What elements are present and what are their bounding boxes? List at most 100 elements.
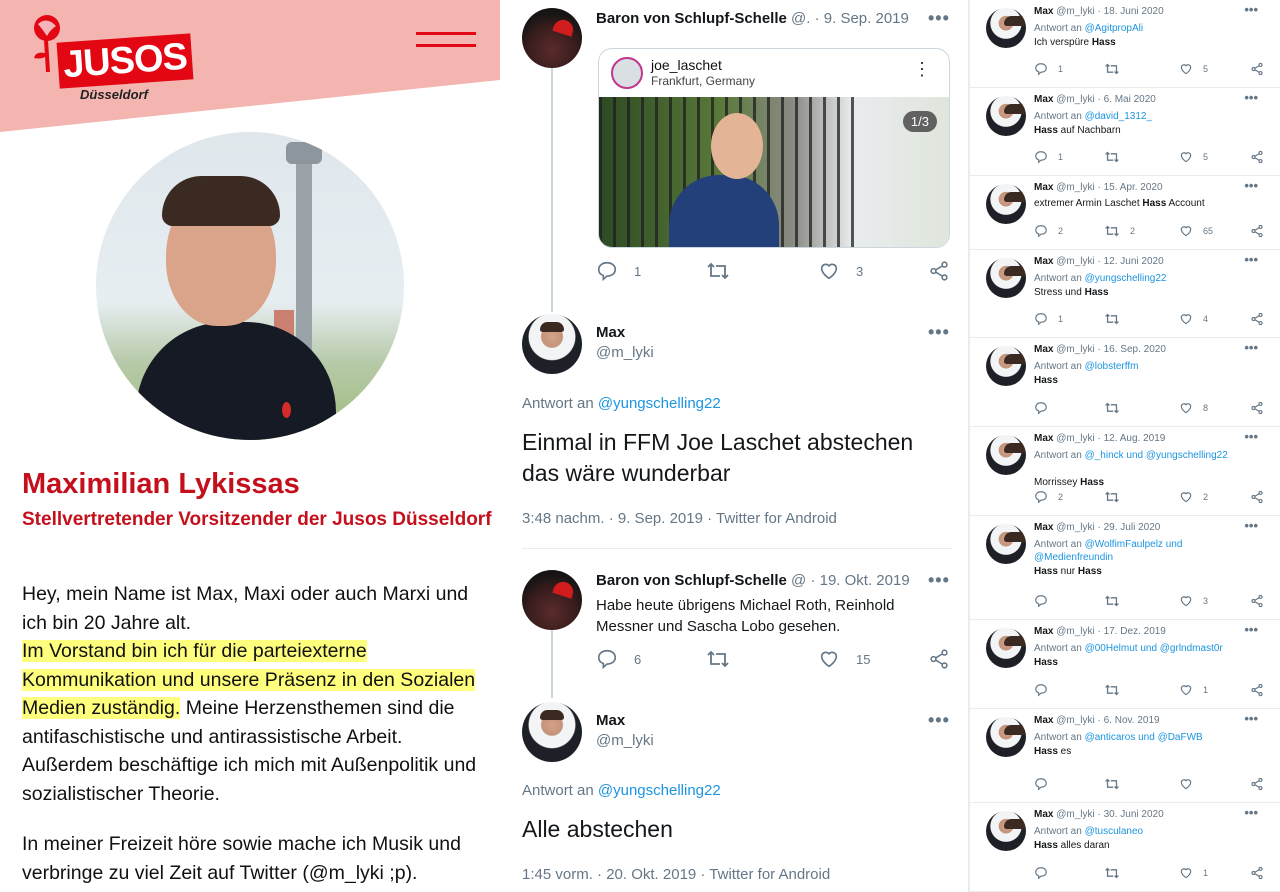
avatar[interactable] bbox=[986, 811, 1026, 851]
instagram-user[interactable]: joe_laschet bbox=[651, 57, 722, 73]
reply-button[interactable]: 1 bbox=[1034, 62, 1063, 76]
tweet-author[interactable]: Max bbox=[1034, 344, 1053, 355]
reply-mention-link[interactable]: @_hinck und @yungschelling22 bbox=[1085, 450, 1228, 461]
retweet-button[interactable] bbox=[706, 260, 730, 282]
instagram-location[interactable]: Frankfurt, Germany bbox=[651, 74, 755, 88]
share-button[interactable] bbox=[1250, 777, 1264, 791]
avatar[interactable] bbox=[986, 628, 1026, 668]
tweet-list-item[interactable]: Max @m_lyki · 30. Juni 2020 ••• Antwort an… bbox=[970, 803, 1280, 892]
more-icon[interactable]: ••• bbox=[1244, 518, 1258, 533]
tweet-list-item[interactable]: Max @m_lyki · 12. Juni 2020 ••• Antwort an… bbox=[970, 250, 1280, 338]
instagram-embed[interactable]: joe_laschet Frankfurt, Germany ⋮ 1/3 bbox=[598, 48, 950, 248]
reply-mention-link[interactable]: @00Helmut und @grlndmast0r bbox=[1085, 643, 1223, 654]
reply-mention-link[interactable]: @lobsterffm bbox=[1085, 361, 1139, 372]
more-icon[interactable]: ••• bbox=[1244, 711, 1258, 726]
tweet-author[interactable]: Baron von Schlupf-Schelle bbox=[596, 572, 787, 589]
reply-button[interactable]: 1 bbox=[1034, 312, 1063, 326]
more-icon[interactable]: ••• bbox=[1244, 805, 1258, 820]
like-button[interactable]: 1 bbox=[1179, 683, 1208, 697]
share-button[interactable] bbox=[1250, 683, 1264, 697]
more-icon[interactable]: ••• bbox=[1244, 90, 1258, 105]
tweet-author[interactable]: Baron von Schlupf-Schelle bbox=[596, 10, 787, 27]
reply-button[interactable] bbox=[1034, 777, 1058, 791]
tweet-author[interactable]: Max bbox=[1034, 522, 1053, 533]
tweet-max-2[interactable]: Max @m_lyki ••• Antwort an @yungschellin… bbox=[500, 698, 968, 892]
reply-button[interactable]: 2 bbox=[1034, 490, 1063, 504]
like-button[interactable] bbox=[1179, 777, 1203, 791]
tweet-author[interactable]: Max bbox=[1034, 809, 1053, 820]
tweet-baron-1[interactable]: Baron von Schlupf-Schelle @. · 9. Sep. 2… bbox=[500, 0, 968, 300]
share-button[interactable] bbox=[928, 260, 950, 282]
avatar[interactable] bbox=[986, 524, 1026, 564]
like-button[interactable]: 5 bbox=[1179, 150, 1208, 164]
share-button[interactable] bbox=[1250, 594, 1264, 608]
retweet-button[interactable] bbox=[1104, 683, 1120, 697]
reply-button[interactable] bbox=[1034, 401, 1058, 415]
like-button[interactable]: 65 bbox=[1179, 224, 1213, 238]
tweet-list-item[interactable]: Max @m_lyki · 6. Mai 2020 ••• Antwort an @… bbox=[970, 88, 1280, 176]
share-button[interactable] bbox=[1250, 150, 1264, 164]
reply-mention-link[interactable]: @AgitpropAli bbox=[1085, 23, 1144, 34]
retweet-button[interactable] bbox=[1104, 312, 1120, 326]
tweet-author[interactable]: Max bbox=[1034, 715, 1053, 726]
share-button[interactable] bbox=[1250, 62, 1264, 76]
retweet-button[interactable] bbox=[1104, 150, 1120, 164]
more-vertical-icon[interactable]: ⋮ bbox=[913, 59, 931, 80]
retweet-button[interactable]: 2 bbox=[1104, 224, 1135, 238]
reply-button[interactable] bbox=[1034, 866, 1058, 880]
more-icon[interactable]: ••• bbox=[928, 8, 950, 29]
retweet-button[interactable] bbox=[1104, 490, 1120, 504]
retweet-button[interactable] bbox=[1104, 866, 1120, 880]
tweet-handle[interactable]: @m_lyki bbox=[596, 344, 654, 361]
tweet-baron-2[interactable]: Baron von Schlupf-Schelle @ · 19. Okt. 2… bbox=[500, 562, 968, 692]
reply-mention-link[interactable]: @yungschelling22 bbox=[598, 782, 721, 799]
reply-mention-link[interactable]: @yungschelling22 bbox=[598, 395, 721, 412]
tweet-author[interactable]: Max bbox=[1034, 256, 1053, 267]
reply-button[interactable] bbox=[1034, 683, 1058, 697]
jusos-logo[interactable]: JUSOS Düsseldorf bbox=[28, 14, 194, 104]
more-icon[interactable]: ••• bbox=[928, 570, 950, 591]
reply-button[interactable]: 2 bbox=[1034, 224, 1063, 238]
tweet-timestamp[interactable]: 3:48 nachm. · 9. Sep. 2019 · Twitter for… bbox=[522, 510, 837, 527]
reply-button[interactable] bbox=[1034, 594, 1058, 608]
tweet-list-item[interactable]: Max @m_lyki · 15. Apr. 2020 ••• extremer A… bbox=[970, 176, 1280, 250]
reply-mention-link[interactable]: @david_1312_ bbox=[1085, 111, 1152, 122]
avatar[interactable] bbox=[986, 8, 1026, 48]
share-button[interactable] bbox=[1250, 312, 1264, 326]
tweet-handle[interactable]: @m_lyki bbox=[596, 732, 654, 749]
retweet-button[interactable] bbox=[1104, 62, 1120, 76]
reply-button[interactable]: 6 bbox=[596, 648, 641, 670]
more-icon[interactable]: ••• bbox=[1244, 340, 1258, 355]
more-icon[interactable]: ••• bbox=[1244, 2, 1258, 17]
share-button[interactable] bbox=[928, 648, 950, 670]
reply-mention-link[interactable]: @yungschelling22 bbox=[1085, 273, 1167, 284]
more-icon[interactable]: ••• bbox=[928, 322, 950, 343]
like-button[interactable]: 3 bbox=[818, 260, 863, 282]
tweet-max-1[interactable]: Max @m_lyki ••• Antwort an @yungschellin… bbox=[500, 310, 968, 550]
avatar[interactable] bbox=[522, 570, 582, 630]
avatar[interactable] bbox=[986, 435, 1026, 475]
tweet-timestamp[interactable]: 1:45 vorm. · 20. Okt. 2019 · Twitter for… bbox=[522, 866, 830, 883]
reply-button[interactable]: 1 bbox=[1034, 150, 1063, 164]
like-button[interactable]: 5 bbox=[1179, 62, 1208, 76]
tweet-list-item[interactable]: Max @m_lyki · 17. Dez. 2019 ••• Antwort an… bbox=[970, 620, 1280, 709]
tweet-list-item[interactable]: Max @m_lyki · 18. Juni 2020 ••• Antwort an… bbox=[970, 0, 1280, 88]
reply-button[interactable]: 1 bbox=[596, 260, 641, 282]
tweet-author[interactable]: Max bbox=[1034, 433, 1053, 444]
tweet-author[interactable]: Max bbox=[1034, 626, 1053, 637]
reply-mention-link[interactable]: @anticaros und @DaFWB bbox=[1085, 732, 1203, 743]
tweet-list-item[interactable]: Max @m_lyki · 12. Aug. 2019 ••• Antwort an… bbox=[970, 427, 1280, 516]
tweet-list-item[interactable]: Max @m_lyki · 16. Sep. 2020 ••• Antwort an… bbox=[970, 338, 1280, 427]
avatar[interactable] bbox=[522, 314, 582, 374]
more-icon[interactable]: ••• bbox=[1244, 622, 1258, 637]
like-button[interactable]: 8 bbox=[1179, 401, 1208, 415]
like-button[interactable]: 3 bbox=[1179, 594, 1208, 608]
tweet-author[interactable]: Max bbox=[1034, 182, 1053, 193]
reply-mention-link[interactable]: @tusculaneo bbox=[1085, 826, 1144, 837]
retweet-button[interactable] bbox=[1104, 777, 1120, 791]
more-icon[interactable]: ••• bbox=[1244, 429, 1258, 444]
tweet-list-item[interactable]: Max @m_lyki · 29. Juli 2020 ••• Antwort an… bbox=[970, 516, 1280, 620]
tweet-author[interactable]: Max bbox=[596, 712, 625, 729]
avatar[interactable] bbox=[986, 346, 1026, 386]
share-button[interactable] bbox=[1250, 401, 1264, 415]
